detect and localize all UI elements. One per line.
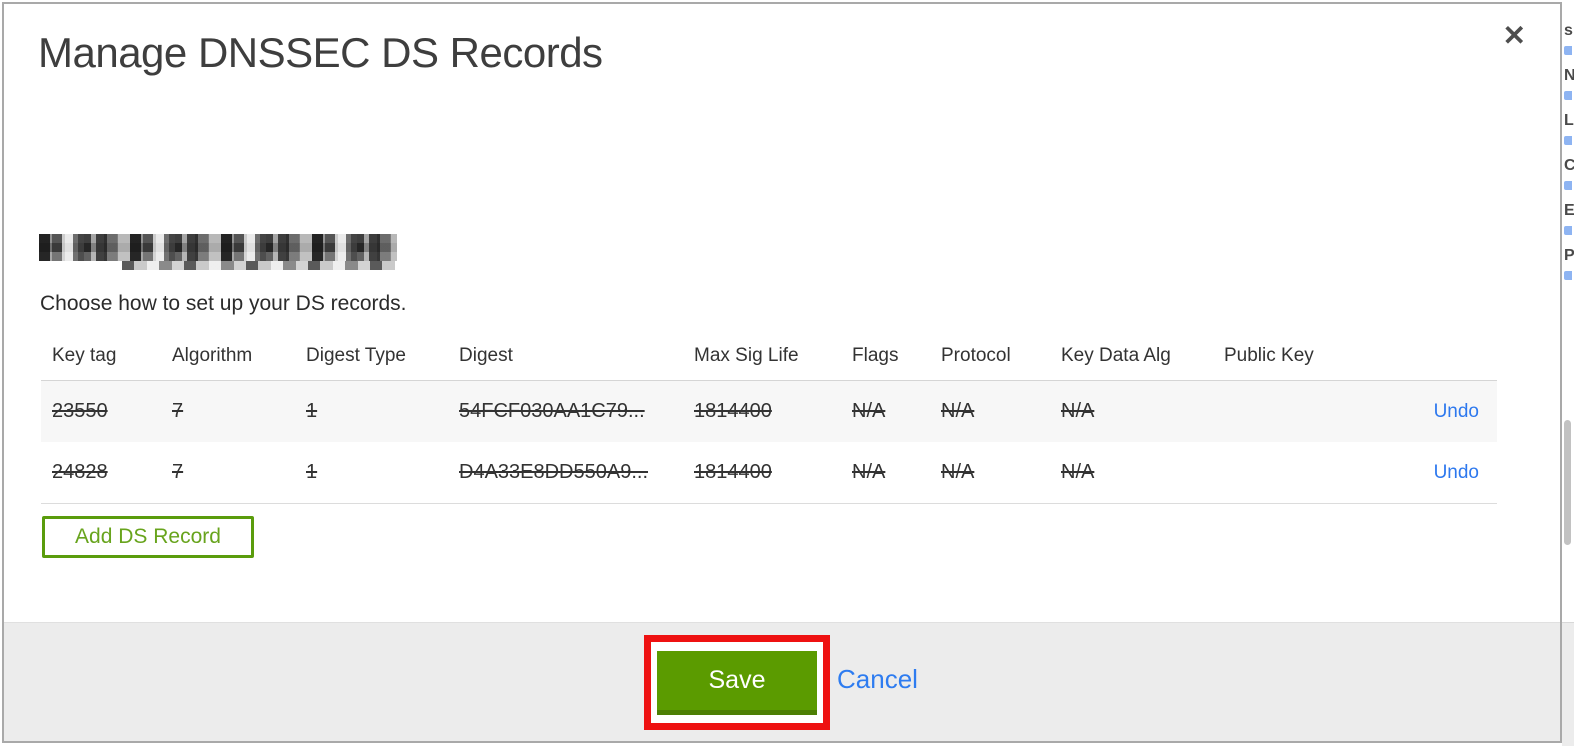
background-page-edge: s N L C E P	[1562, 0, 1574, 746]
edge-letter: s	[1564, 22, 1573, 39]
edge-letter: L	[1564, 112, 1574, 129]
instruction-text: Choose how to set up your DS records.	[40, 292, 407, 315]
cell-key-data-alg: N/A	[1061, 461, 1095, 483]
edge-fragment: P	[1564, 247, 1574, 292]
column-header-public-key: Public Key	[1213, 331, 1393, 381]
edge-link-fragment	[1564, 46, 1572, 55]
cell-protocol: N/A	[941, 461, 975, 483]
background-scrollbar-thumb[interactable]	[1564, 420, 1571, 545]
edge-fragment: L	[1564, 112, 1574, 157]
background-footer-edge	[1562, 622, 1574, 746]
edge-link-fragment	[1564, 226, 1572, 235]
add-ds-record-button[interactable]: Add DS Record	[42, 516, 254, 558]
redacted-domain-name	[39, 234, 399, 270]
ds-records-table: Key tag Algorithm Digest Type Digest Max…	[41, 331, 1497, 504]
modal-footer: Save Cancel	[4, 622, 1560, 741]
table-row: 24828 7 1 D4A33E8DD550A9... 1814400 N/A …	[41, 442, 1497, 504]
edge-link-fragment	[1564, 271, 1572, 280]
column-header-actions	[1393, 331, 1497, 381]
background-text-fragments: s N L C E P	[1564, 22, 1574, 292]
column-header-key-tag: Key tag	[41, 331, 161, 381]
cancel-link[interactable]: Cancel	[837, 664, 918, 695]
cell-algorithm: 7	[172, 400, 184, 422]
column-header-protocol: Protocol	[930, 331, 1050, 381]
edge-link-fragment	[1564, 181, 1572, 190]
page-title: Manage DNSSEC DS Records	[38, 29, 603, 76]
cell-digest-type: 1	[306, 461, 318, 483]
cell-max-sig-life: 1814400	[694, 400, 772, 422]
cell-flags: N/A	[852, 400, 886, 422]
cell-key-tag: 23550	[52, 400, 108, 422]
edge-letter: C	[1564, 157, 1574, 174]
edge-letter: P	[1564, 247, 1574, 264]
manage-dnssec-modal: Manage DNSSEC DS Records ✕ Choose how to…	[2, 2, 1562, 743]
cell-key-data-alg: N/A	[1061, 400, 1095, 422]
undo-link[interactable]: Undo	[1434, 401, 1479, 422]
edge-letter: E	[1564, 202, 1574, 219]
cell-public-key	[1213, 381, 1393, 443]
cell-algorithm: 7	[172, 461, 184, 483]
cell-max-sig-life: 1814400	[694, 461, 772, 483]
column-header-max-sig-life: Max Sig Life	[683, 331, 841, 381]
cell-key-tag: 24828	[52, 461, 108, 483]
page-background: s N L C E P Manage DNSSEC DS Records ✕ C…	[0, 0, 1574, 746]
table-row: 23550 7 1 54FCF030AA1C79... 1814400 N/A …	[41, 380, 1497, 443]
edge-fragment: N	[1564, 67, 1574, 112]
edge-letter: N	[1564, 67, 1574, 84]
cell-digest: D4A33E8DD550A9...	[459, 461, 649, 483]
cell-public-key	[1213, 442, 1393, 504]
edge-fragment: E	[1564, 202, 1574, 247]
cell-protocol: N/A	[941, 400, 975, 422]
edge-link-fragment	[1564, 136, 1572, 145]
column-header-algorithm: Algorithm	[161, 331, 295, 381]
redaction-mosaic	[39, 234, 397, 261]
column-header-flags: Flags	[841, 331, 930, 381]
column-header-key-data-alg: Key Data Alg	[1050, 331, 1213, 381]
close-icon[interactable]: ✕	[1503, 22, 1526, 50]
column-header-digest: Digest	[448, 331, 683, 381]
undo-link[interactable]: Undo	[1434, 462, 1479, 483]
edge-fragment: s	[1564, 22, 1574, 67]
redaction-mosaic	[122, 261, 395, 270]
cell-flags: N/A	[852, 461, 886, 483]
red-highlight-annotation: Save	[644, 635, 830, 730]
edge-link-fragment	[1564, 91, 1572, 100]
save-button[interactable]: Save	[657, 650, 817, 715]
table-header-row: Key tag Algorithm Digest Type Digest Max…	[41, 331, 1497, 381]
edge-fragment: C	[1564, 157, 1574, 202]
cell-digest: 54FCF030AA1C79...	[459, 400, 645, 422]
cell-digest-type: 1	[306, 400, 318, 422]
column-header-digest-type: Digest Type	[295, 331, 448, 381]
